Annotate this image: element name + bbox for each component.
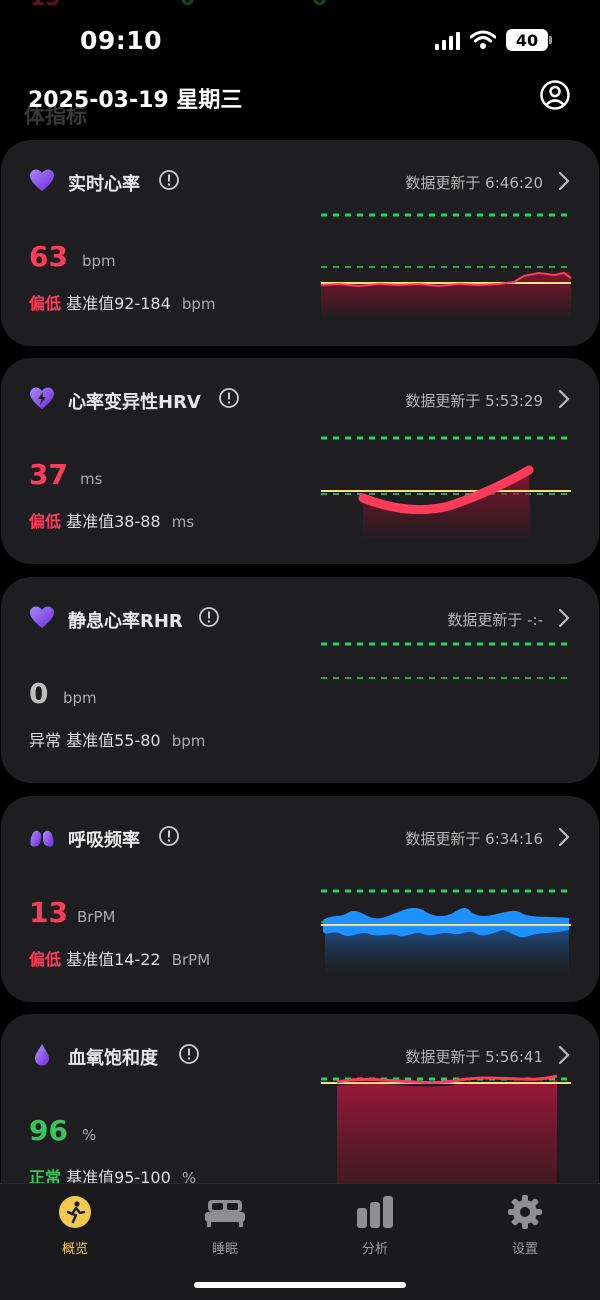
- overview-icon: [59, 1196, 91, 1228]
- header: 2025-03-19 星期三: [0, 76, 600, 120]
- baseline-unit: bpm: [181, 295, 216, 313]
- metric-unit: ms: [80, 470, 103, 488]
- metric-unit: BrPM: [77, 908, 116, 926]
- ghost-value-2: 0: [180, 0, 195, 11]
- update-time: 数据更新于 6:34:16: [405, 830, 543, 848]
- baseline-range: 基准值55-80: [66, 731, 161, 750]
- card-title: 心率变异性HRV: [68, 392, 201, 413]
- metric-unit: %: [82, 1126, 97, 1144]
- user-circle-icon[interactable]: [539, 79, 571, 111]
- metric-value: 13: [29, 896, 68, 929]
- metric-unit: bpm: [63, 689, 97, 707]
- tab-sleep[interactable]: 睡眠: [170, 1194, 280, 1264]
- info-icon[interactable]: [178, 1043, 200, 1065]
- metric-value: 63: [29, 240, 68, 273]
- chevron-right-icon[interactable]: [557, 388, 571, 410]
- card-heart-rate[interactable]: 实时心率 数据更新于 6:46:20 63 bpm 偏低 基准值92-184 b…: [1, 140, 599, 346]
- chevron-right-icon[interactable]: [557, 1044, 571, 1066]
- signal-icon: [435, 30, 460, 50]
- gear-icon: [508, 1195, 542, 1229]
- bar-chart-icon: [357, 1196, 393, 1228]
- card-hrv[interactable]: 心率变异性HRV 数据更新于 5:53:29 37 ms 偏低 基准值38-88…: [1, 358, 599, 564]
- home-indicator: [194, 1282, 406, 1288]
- status-badge: 偏低: [29, 294, 62, 313]
- wifi-icon: [470, 30, 496, 49]
- bed-icon: [205, 1200, 245, 1227]
- tab-analysis[interactable]: 分析: [320, 1194, 430, 1264]
- status-badge: 偏低: [29, 512, 62, 531]
- battery-icon: 40: [506, 29, 552, 51]
- metric-value: 37: [29, 458, 68, 491]
- tab-label: 分析: [361, 1242, 388, 1257]
- page-title-date: 2025-03-19 星期三: [28, 88, 243, 113]
- status-badge: 异常: [29, 731, 62, 750]
- update-time: 数据更新于 5:56:41: [405, 1048, 543, 1066]
- hrv-chart: [321, 436, 571, 538]
- spo2-chart: [321, 1074, 571, 1194]
- ghost-value-3: 0: [312, 0, 327, 11]
- tab-settings[interactable]: 设置: [470, 1194, 580, 1264]
- info-icon[interactable]: [158, 169, 180, 191]
- baseline-range: 基准值14-22: [66, 950, 161, 969]
- status-bar: 13 0 0 09:10 40: [0, 0, 600, 80]
- chevron-right-icon[interactable]: [557, 170, 571, 192]
- status-line: 异常 基准值55-80 bpm: [29, 727, 205, 751]
- info-icon[interactable]: [218, 387, 240, 409]
- rhr-chart: [321, 642, 569, 679]
- chevron-right-icon[interactable]: [557, 826, 571, 848]
- card-rhr[interactable]: 静息心率RHR 数据更新于 -:- 0 bpm 异常 基准值55-80 bpm: [1, 577, 599, 783]
- heart-bolt-icon: [30, 387, 54, 409]
- tab-label: 睡眠: [211, 1242, 238, 1257]
- info-icon[interactable]: [198, 606, 220, 628]
- heart-icon: [30, 606, 54, 628]
- tab-label: 概览: [61, 1242, 88, 1257]
- ghost-value-1: 13: [30, 0, 61, 11]
- baseline-range: 基准值38-88: [66, 512, 161, 531]
- status-line: 偏低 基准值14-22 BrPM: [29, 946, 210, 970]
- scrolled-summary-row: 13 0 0: [30, 0, 590, 14]
- status-line: 偏低 基准值92-184 bpm: [29, 290, 216, 314]
- status-icons: 40: [435, 29, 552, 51]
- metric-unit: bpm: [82, 252, 116, 270]
- baseline-unit: ms: [171, 513, 195, 531]
- update-time: 数据更新于 5:53:29: [405, 392, 543, 410]
- status-time: 09:10: [80, 26, 163, 55]
- tab-overview[interactable]: 概览: [20, 1194, 130, 1264]
- respiration-chart: [321, 889, 571, 974]
- heart-icon: [30, 169, 54, 191]
- update-time: 数据更新于 -:-: [447, 611, 543, 629]
- metric-value: 96: [29, 1114, 68, 1147]
- heart-rate-chart: [320, 213, 572, 318]
- update-time: 数据更新于 6:46:20: [405, 174, 543, 192]
- data-area: [321, 272, 571, 318]
- card-title: 实时心率: [68, 174, 140, 195]
- baseline-range: 基准值92-184: [66, 294, 171, 313]
- lungs-icon: [30, 827, 54, 847]
- data-area: [337, 1080, 557, 1194]
- baseline-unit: BrPM: [171, 951, 211, 969]
- card-title: 呼吸频率: [68, 830, 140, 851]
- tab-label: 设置: [511, 1242, 538, 1257]
- data-band: [323, 907, 569, 938]
- metric-value: 0: [29, 677, 49, 710]
- card-title: 静息心率RHR: [68, 611, 183, 632]
- water-drop-icon: [35, 1044, 49, 1066]
- battery-level: 40: [515, 30, 539, 50]
- baseline-unit: bpm: [171, 732, 206, 750]
- chevron-right-icon[interactable]: [557, 607, 571, 629]
- status-line: 偏低 基准值38-88 ms: [29, 508, 194, 532]
- card-title: 血氧饱和度: [68, 1048, 158, 1069]
- status-badge: 偏低: [29, 950, 62, 969]
- info-icon[interactable]: [158, 825, 180, 847]
- card-respiration[interactable]: 呼吸频率 数据更新于 6:34:16 13 BrPM 偏低 基准值14-22 B…: [1, 796, 599, 1002]
